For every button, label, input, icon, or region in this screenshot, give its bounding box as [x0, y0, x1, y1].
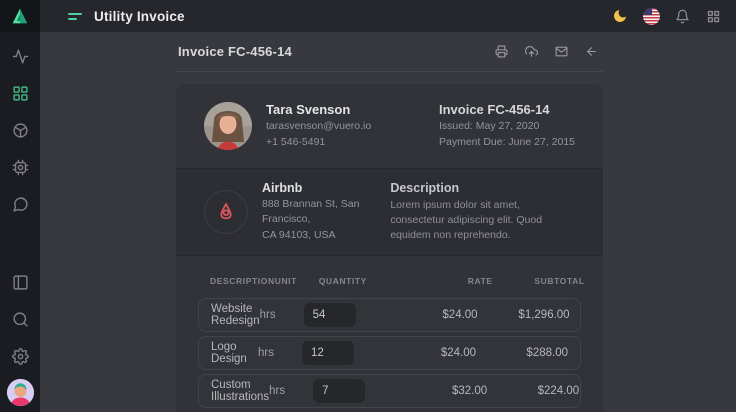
item-unit: hrs	[269, 385, 313, 397]
client-name: Airbnb	[262, 181, 390, 195]
customer-phone: +1 546-5491	[266, 135, 371, 150]
item-description: Custom Illustrations	[211, 379, 269, 403]
airbnb-logo-icon	[204, 190, 248, 234]
app-logo[interactable]	[0, 0, 40, 32]
notifications-button[interactable]	[673, 7, 691, 25]
layout-panel-icon	[12, 274, 29, 291]
customer-email: tarasvenson@vuero.io	[266, 119, 371, 134]
table-header-row: DESCRIPTION UNIT QUANTITY RATE SUBTOTAL	[198, 270, 581, 298]
apps-grid-icon	[706, 9, 721, 24]
dark-mode-toggle[interactable]	[611, 7, 629, 25]
invoice-issued-date: Issued: May 27, 2020	[439, 119, 575, 135]
sidebar-item-activity[interactable]	[4, 38, 36, 75]
item-subtotal: $1,296.00	[478, 309, 570, 321]
quantity-input[interactable]	[313, 379, 365, 403]
invoice-items-table: DESCRIPTION UNIT QUANTITY RATE SUBTOTAL …	[176, 256, 603, 412]
quantity-input[interactable]	[304, 303, 356, 327]
print-icon	[495, 45, 508, 58]
client-address-line1: 888 Brannan St, San Francisco,	[262, 197, 390, 227]
description-heading: Description	[390, 181, 575, 195]
invoice-due-date: Payment Due: June 27, 2015	[439, 135, 575, 151]
bell-icon	[675, 9, 690, 24]
us-flag-icon	[643, 8, 660, 25]
invoice-client-section: Airbnb 888 Brannan St, San Francisco, CA…	[176, 168, 603, 256]
apps-menu-button[interactable]	[704, 7, 722, 25]
chat-icon	[12, 196, 29, 213]
col-rate: RATE	[415, 276, 493, 286]
item-rate: $24.00	[398, 347, 476, 359]
item-unit: hrs	[260, 309, 304, 321]
print-button[interactable]	[491, 42, 511, 62]
top-navbar: Utility Invoice	[40, 0, 736, 32]
col-subtotal: SUBTOTAL	[493, 276, 585, 286]
send-mail-button[interactable]	[551, 42, 571, 62]
customer-name: Tara Svenson	[266, 102, 371, 117]
item-subtotal: $224.00	[487, 385, 579, 397]
main-area: Invoice FC-456-14	[40, 32, 736, 412]
cloud-upload-icon	[525, 45, 538, 58]
table-row: Website Redesign hrs $24.00 $1,296.00	[198, 298, 581, 332]
col-description: DESCRIPTION	[210, 276, 275, 286]
sidebar-item-layout[interactable]	[4, 264, 36, 301]
search-icon	[12, 311, 29, 328]
user-avatar[interactable]	[7, 379, 34, 406]
sidebar	[0, 0, 40, 412]
invoice-number: Invoice FC-456-14	[439, 102, 575, 117]
sidebar-item-search[interactable]	[4, 301, 36, 338]
item-unit: hrs	[258, 347, 302, 359]
item-description: Website Redesign	[211, 303, 260, 327]
client-address-line2: CA 94103, USA	[262, 228, 390, 243]
triangle-logo-icon	[10, 7, 30, 25]
quantity-input[interactable]	[302, 341, 354, 365]
arrow-left-icon	[585, 45, 598, 58]
sphere-icon	[12, 122, 29, 139]
grid-icon	[12, 85, 29, 102]
item-description: Logo Design	[211, 341, 258, 365]
sidebar-item-components[interactable]	[4, 112, 36, 149]
moon-icon	[612, 8, 628, 24]
cpu-icon	[12, 159, 29, 176]
sidebar-item-messages[interactable]	[4, 186, 36, 223]
page-title: Utility Invoice	[94, 9, 185, 24]
activity-icon	[12, 48, 29, 65]
table-row: Logo Design hrs $24.00 $288.00	[198, 336, 581, 370]
description-text: Lorem ipsum dolor sit amet, consectetur …	[390, 198, 575, 244]
gear-icon	[12, 348, 29, 365]
item-rate: $24.00	[400, 309, 478, 321]
invoice-user-section: Tara Svenson tarasvenson@vuero.io +1 546…	[176, 84, 603, 168]
invoice-header: Invoice FC-456-14	[176, 32, 603, 72]
item-rate: $32.00	[409, 385, 487, 397]
sidebar-item-settings[interactable]	[4, 338, 36, 375]
item-subtotal: $288.00	[476, 347, 568, 359]
menu-toggle-button[interactable]	[68, 13, 82, 20]
invoice-card: Tara Svenson tarasvenson@vuero.io +1 546…	[176, 84, 603, 412]
col-quantity: QUANTITY	[319, 276, 415, 286]
invoice-title: Invoice FC-456-14	[178, 44, 292, 59]
upload-button[interactable]	[521, 42, 541, 62]
user-avatar-illustration	[7, 379, 34, 406]
customer-avatar	[204, 102, 252, 150]
back-button[interactable]	[581, 42, 601, 62]
sidebar-item-apps[interactable]	[4, 75, 36, 112]
language-selector[interactable]	[642, 7, 660, 25]
col-unit: UNIT	[275, 276, 319, 286]
sidebar-item-elements[interactable]	[4, 149, 36, 186]
mail-icon	[555, 45, 568, 58]
table-row: Custom Illustrations hrs $32.00 $224.00	[198, 374, 581, 408]
